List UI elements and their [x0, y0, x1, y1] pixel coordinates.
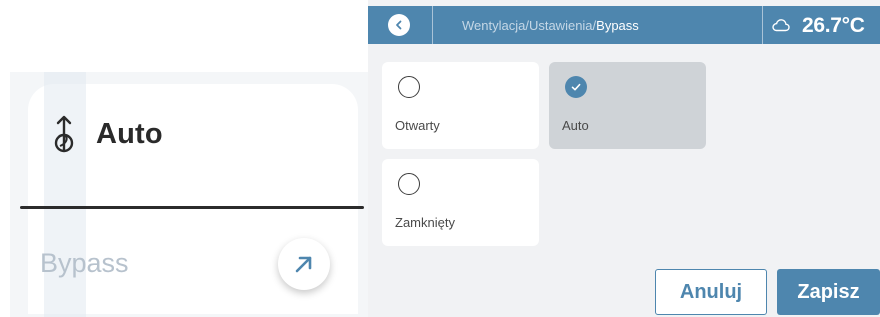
arrow-up-right-icon [295, 256, 312, 273]
cancel-button[interactable]: Anuluj [655, 269, 767, 315]
checkmark-icon [571, 83, 581, 91]
option-closed[interactable]: Zamknięty [382, 159, 539, 246]
radio-closed[interactable] [398, 173, 420, 195]
screen: Auto Bypass Wentylacja/Ustawienia/Bypass [0, 0, 880, 317]
header-divider [762, 6, 763, 44]
breadcrumb-path: Wentylacja/Ustawienia/ [462, 18, 597, 33]
breadcrumb: Wentylacja/Ustawienia/Bypass [462, 18, 639, 33]
radio-open[interactable] [398, 76, 420, 98]
option-open[interactable]: Otwarty [382, 62, 539, 149]
option-closed-label: Zamknięty [395, 215, 455, 230]
header-bar: Wentylacja/Ustawienia/Bypass 26.7°C [368, 6, 880, 44]
temperature-readout: 26.7°C [802, 14, 865, 37]
zoom-bypass-label: Bypass [40, 248, 129, 278]
bypass-mode-icon [54, 115, 74, 153]
back-button[interactable] [388, 14, 410, 36]
zoom-mode-label: Auto [96, 118, 163, 150]
chevron-left-icon [396, 20, 402, 30]
option-auto-label: Auto [562, 118, 589, 133]
zoom-highlight-strip [44, 72, 86, 317]
radio-auto[interactable] [565, 76, 587, 98]
option-open-label: Otwarty [395, 118, 440, 133]
save-button[interactable]: Zapisz [777, 269, 880, 315]
zoom-divider [20, 206, 364, 209]
breadcrumb-current: Bypass [596, 18, 639, 33]
cloud-icon [772, 19, 790, 32]
option-auto[interactable]: Auto [549, 62, 706, 149]
zoom-preview-panel: Auto Bypass [10, 72, 368, 317]
header-divider [432, 6, 433, 44]
open-bypass-button[interactable] [278, 238, 330, 290]
bypass-settings-screen: Wentylacja/Ustawienia/Bypass 26.7°C Otwa… [368, 0, 880, 317]
